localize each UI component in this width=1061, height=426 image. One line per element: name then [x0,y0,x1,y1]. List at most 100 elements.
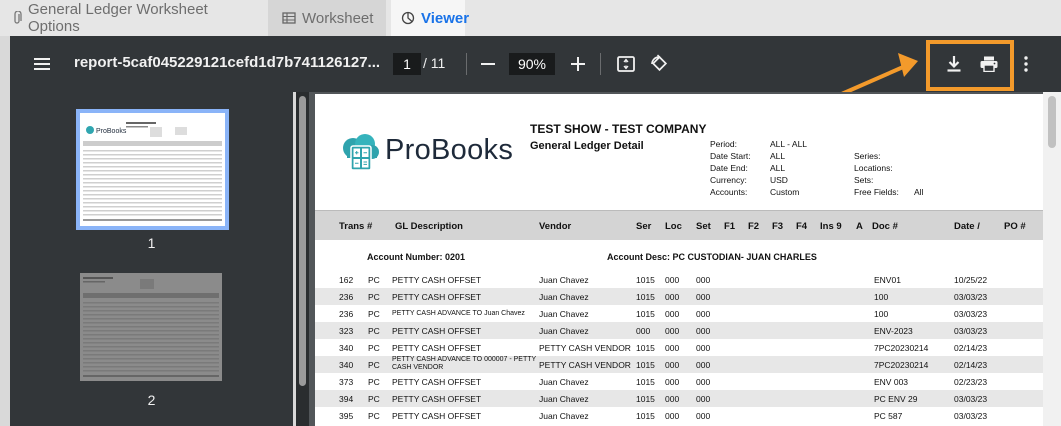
trans-type: PC [368,309,380,319]
column-header: GL Description [395,221,463,232]
trans-number: 162 [339,275,354,285]
set: 000 [696,309,711,319]
rotate-icon[interactable] [648,53,670,75]
series: 1015 [636,343,655,353]
more-options-icon[interactable] [1016,54,1036,74]
probooks-logo-icon [343,134,379,171]
column-header: Set [696,221,711,232]
vendor: Juan Chavez [539,292,589,302]
viewer-scrollbar-thumb[interactable] [1048,96,1056,148]
tab-bar: General Ledger Worksheet Options Workshe… [0,0,1061,36]
date: 10/25/22 [954,275,988,285]
table-row: 394 PC PETTY CASH OFFSET Juan Chavez 1015 000… [315,390,1043,407]
location: 000 [665,377,680,387]
date: 03/03/23 [954,326,988,336]
gl-description: PETTY CASH ADVANCE TO Juan Chavez [392,310,525,317]
trans-number: 236 [339,309,354,319]
page-thumbnail-2[interactable] [80,273,222,381]
column-header: Ins 9 [820,221,842,232]
trans-number: 323 [339,326,354,336]
table-row: 395 PC PETTY CASH OFFSET Juan Chavez 1015 000… [315,407,1043,424]
hamburger-menu-icon[interactable] [32,54,52,74]
date: 03/03/23 [954,309,988,319]
page-thumbnail-1[interactable]: ProBooks [76,109,229,230]
document-number: PC ENV 29 [874,394,918,404]
meta-label: Locations: [854,163,893,173]
meta-label: Date Start: [710,151,751,161]
document-viewer[interactable]: ProBooks TEST SHOW - TEST COMPANY Genera… [309,92,1061,426]
location: 000 [665,275,680,285]
meta-value: ALL [770,163,786,173]
sidebar-scrollbar[interactable] [296,92,309,426]
meta-label: Accounts: [710,187,748,197]
trans-number: 395 [339,411,354,421]
document-number: ENV01 [874,275,901,285]
set: 000 [696,411,711,421]
tab-label: Worksheet [302,9,374,27]
series: 1015 [636,360,655,370]
column-header: Date / [954,221,980,232]
column-header: Ser [636,221,652,232]
location: 000 [665,326,680,336]
document-number: 7PC20230214 [874,343,929,353]
trans-number: 236 [339,292,354,302]
brand-name: ProBooks [385,134,514,166]
trans-number: 394 [339,394,354,404]
report-title: General Ledger Detail [530,140,644,152]
sidebar-scrollbar-thumb[interactable] [299,96,306,386]
series: 1015 [636,394,655,404]
trans-type: PC [368,411,380,421]
tab-label: General Ledger Worksheet Options [28,1,208,35]
divider [600,53,601,75]
zoom-out-icon[interactable] [478,54,498,74]
divider [466,53,467,75]
vendor: Juan Chavez [539,411,589,421]
annotation-highlight-box [926,40,1014,91]
page-number-input[interactable]: 1 [393,53,421,75]
zoom-in-icon[interactable] [568,54,588,74]
set: 000 [696,292,711,302]
series: 1015 [636,292,655,302]
vendor: Juan Chavez [539,309,589,319]
gl-description: PETTY CASH OFFSET [392,275,482,285]
document-number: PC 587 [874,411,903,421]
series: 1015 [636,377,655,387]
column-header: Vendor [539,221,572,232]
fit-page-icon[interactable] [616,54,636,74]
set: 000 [696,377,711,387]
meta-label: Sets: [854,175,874,185]
table-row: 236 PC PETTY CASH OFFSET Juan Chavez 1015 000… [315,288,1043,305]
gl-description: PETTY CASH OFFSET [392,343,482,353]
gl-description: PETTY CASH OFFSET [392,326,482,336]
column-header: F2 [748,221,760,232]
location: 000 [665,411,680,421]
trans-type: PC [368,394,380,404]
table-row: 340 PC PETTY CASH ADVANCE TO 000007 - PETT… [315,356,1043,373]
location: 000 [665,292,680,302]
document-number: 7PC20230214 [874,360,929,370]
viewer-scrollbar[interactable] [1043,92,1061,426]
vendor: Juan Chavez [539,326,589,336]
column-header: F1 [724,221,736,232]
vendor: Juan Chavez [539,377,589,387]
tab-worksheet-options[interactable]: General Ledger Worksheet Options [0,0,262,36]
meta-value: Custom [770,187,800,197]
account-description: Account Desc: PC CUSTODIAN- JUAN CHARLES [607,252,817,262]
trans-type: PC [368,360,380,370]
table-row: 162 PC PETTY CASH OFFSET Juan Chavez 1015 000… [315,271,1043,288]
document-number: 100 [874,309,889,319]
date: 02/23/23 [954,377,988,387]
file-name: report-5caf045229121cefd1d7b741126127... [74,54,381,71]
date: 03/03/23 [954,411,988,421]
table-icon [282,12,296,24]
meta-value: All [914,187,924,197]
meta-value: USD [770,175,788,185]
document-number: ENV 003 [874,377,909,387]
zoom-input[interactable]: 90% [509,53,555,75]
paperclip-icon [14,11,22,24]
table-row: 340 PC PETTY CASH OFFSET PETTY CASH VENDOR 1… [315,339,1043,356]
tab-viewer[interactable]: Viewer [391,0,469,36]
document-number: ENV-2023 [874,326,913,336]
tab-worksheet[interactable]: Worksheet [268,0,386,36]
meta-value: ALL [770,151,786,161]
